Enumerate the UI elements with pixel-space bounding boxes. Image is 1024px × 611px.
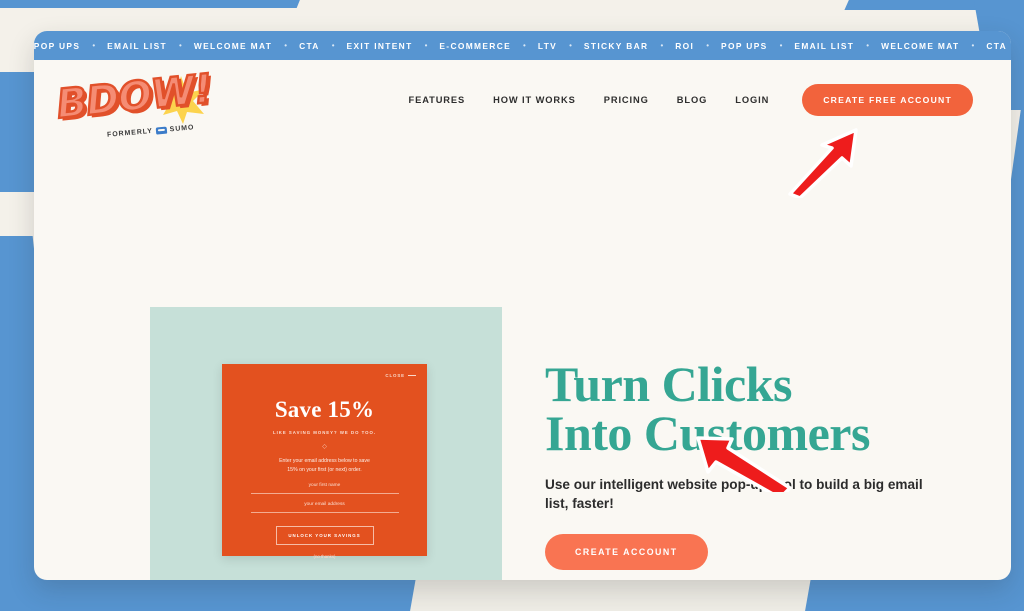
popup-first-name-input[interactable]: your first name bbox=[250, 483, 399, 495]
close-dash-icon bbox=[408, 375, 416, 376]
ticker-item: POP UPS bbox=[721, 40, 768, 51]
hero-subheading: Use our intelligent website pop-up tool … bbox=[545, 477, 923, 512]
site-header: BDOW! FORMERLY SUMO FEATURES HOW IT WORK… bbox=[34, 60, 1011, 148]
main-nav: FEATURES HOW IT WORKS PRICING BLOG LOGIN… bbox=[395, 84, 973, 116]
sumo-mark-icon bbox=[155, 126, 168, 135]
logo-tagline: FORMERLY SUMO bbox=[107, 124, 195, 139]
hero-heading-line1: Turn Clicks bbox=[545, 356, 792, 412]
ticker-item: WELCOME MAT bbox=[881, 40, 960, 51]
popup-body: Enter your email address below to save 1… bbox=[222, 457, 427, 475]
diamond-icon: ◇ bbox=[322, 444, 327, 450]
ticker-track: ROI•POP UPS•EMAIL LIST•WELCOME MAT•CTA•E… bbox=[34, 41, 1011, 51]
hero-heading-line2: Into Customers bbox=[545, 405, 870, 461]
ticker-item: STICKY BAR bbox=[583, 40, 649, 51]
ticker-separator-icon: • bbox=[569, 41, 572, 50]
popup-title: Save 15% bbox=[274, 397, 375, 422]
nav-link-features[interactable]: FEATURES bbox=[395, 95, 480, 105]
ticker-item: EXIT INTENT bbox=[346, 40, 413, 51]
ticker-item: CTA bbox=[986, 40, 1007, 51]
nav-link-blog[interactable]: BLOG bbox=[663, 95, 721, 105]
ticker-separator-icon: • bbox=[706, 41, 710, 50]
create-account-button[interactable]: CREATE ACCOUNT bbox=[545, 533, 708, 570]
ticker-separator-icon: • bbox=[866, 41, 870, 50]
ticker-item: CTA bbox=[299, 40, 320, 51]
ticker-separator-icon: • bbox=[779, 41, 783, 50]
popup-preview: CLOSE Save 15% LIKE SAVING MONEY? WE DO … bbox=[222, 364, 427, 559]
logo-tagline-brand: SUMO bbox=[169, 124, 195, 134]
ticker-separator-icon: • bbox=[331, 41, 335, 50]
announcement-ticker: ROI•POP UPS•EMAIL LIST•WELCOME MAT•CTA•E… bbox=[34, 31, 1011, 60]
popup-preview-panel: CLOSE Save 15% LIKE SAVING MONEY? WE DO … bbox=[150, 307, 502, 580]
ticker-item: WELCOME MAT bbox=[193, 40, 273, 51]
popup-email-input[interactable]: your email address bbox=[250, 502, 399, 514]
popup-close-label: CLOSE bbox=[385, 373, 405, 378]
hero-copy: Turn Clicks Into Customers Use our intel… bbox=[545, 359, 945, 570]
ticker-separator-icon: • bbox=[971, 41, 975, 50]
ticker-separator-icon: • bbox=[1007, 41, 1011, 50]
popup-close-button[interactable]: CLOSE bbox=[385, 373, 416, 378]
nav-link-pricing[interactable]: PRICING bbox=[590, 95, 663, 105]
page-background: ROI•POP UPS•EMAIL LIST•WELCOME MAT•CTA•E… bbox=[0, 0, 1024, 611]
ticker-separator-icon: • bbox=[424, 41, 428, 50]
website-card: ROI•POP UPS•EMAIL LIST•WELCOME MAT•CTA•E… bbox=[34, 31, 1011, 580]
ticker-item: ROI bbox=[675, 40, 695, 51]
ticker-item: EMAIL LIST bbox=[794, 40, 855, 51]
ticker-item: EMAIL LIST bbox=[107, 40, 167, 51]
ticker-item: LTV bbox=[537, 40, 558, 51]
ticker-separator-icon: • bbox=[179, 41, 182, 50]
popup-kicker: LIKE SAVING MONEY? WE DO TOO. bbox=[272, 430, 377, 435]
ticker-item: POP UPS bbox=[34, 40, 81, 51]
ticker-separator-icon: • bbox=[284, 41, 288, 50]
page-title: Turn Clicks Into Customers bbox=[545, 359, 945, 461]
popup-body-line1: Enter your email address below to save bbox=[279, 458, 370, 464]
ticker-separator-icon: • bbox=[660, 41, 664, 50]
nav-link-how-it-works[interactable]: HOW IT WORKS bbox=[479, 95, 590, 105]
create-free-account-button[interactable]: CREATE FREE ACCOUNT bbox=[802, 84, 973, 116]
logo[interactable]: BDOW! FORMERLY SUMO bbox=[53, 65, 232, 148]
popup-body-line2: 15% on your first (or next) order. bbox=[287, 467, 362, 474]
popup-decline-link[interactable]: (no thanks) bbox=[222, 554, 427, 559]
ticker-separator-icon: • bbox=[92, 41, 96, 50]
nav-link-login[interactable]: LOGIN bbox=[721, 95, 783, 105]
logo-tagline-prefix: FORMERLY bbox=[106, 127, 154, 139]
ticker-separator-icon: • bbox=[523, 41, 526, 50]
ticker-item: E-COMMERCE bbox=[439, 40, 512, 51]
popup-submit-button[interactable]: UNLOCK YOUR SAVINGS bbox=[275, 526, 374, 546]
background-shard bbox=[0, 0, 324, 8]
